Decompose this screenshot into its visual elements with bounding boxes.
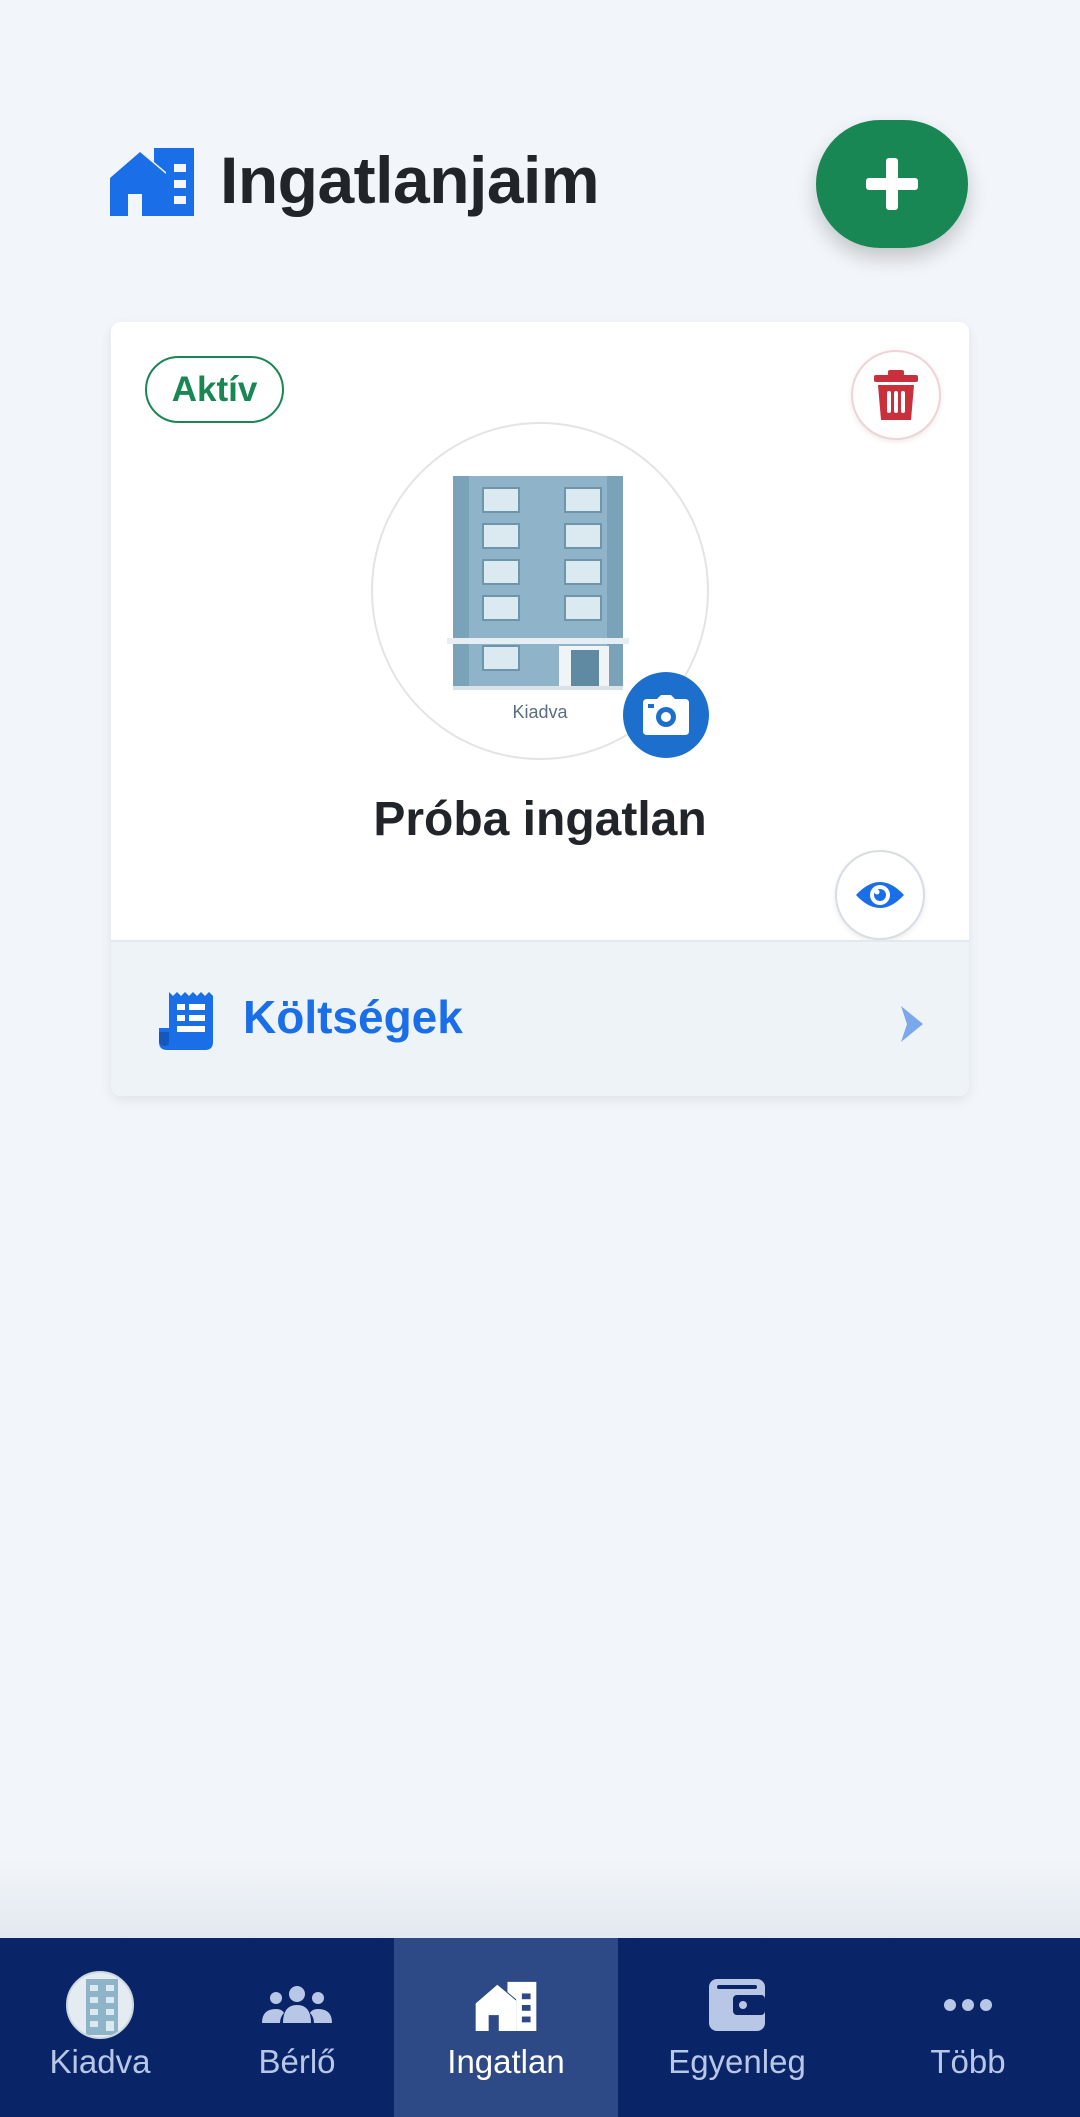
camera-icon [643,695,689,735]
nav-label: Kiadva [49,2042,151,2080]
nav-item-ingatlan[interactable]: Ingatlan [394,1938,618,2117]
nav-label: Ingatlan [447,2042,565,2080]
nav-item-kiadva[interactable]: Kiadva [0,1938,200,2117]
nav-item-berlo[interactable]: Bérlő [200,1938,394,2117]
users-icon [262,1985,332,2023]
nav-label: Egyenleg [668,2042,806,2080]
trash-icon [874,370,918,420]
delete-button[interactable] [851,350,941,440]
house-building-icon [475,1981,537,2031]
add-property-button[interactable] [816,120,968,248]
page-header: Ingatlanjaim [110,120,600,240]
property-name: Próba ingatlan [373,793,707,846]
status-badge: Aktív [145,356,284,423]
property-card: Aktív Kiadva Próba ingatlan Költségek [111,322,969,1096]
change-photo-button[interactable] [623,672,709,758]
receipt-icon [159,992,213,1050]
chevron-right-icon [901,1006,923,1042]
eye-icon [856,882,904,908]
nav-item-tobb[interactable]: Több [856,1938,1080,2117]
nav-item-egyenleg[interactable]: Egyenleg [618,1938,856,2117]
wallet-icon [709,1978,765,2031]
bottom-nav: Kiadva Bérlő Ingatlan Egyenleg Több [0,1858,1080,2117]
page: Ingatlanjaim Aktív Kiadva Próba ingatlan… [0,0,1080,2117]
house-building-icon [110,148,194,216]
costs-link[interactable]: Költségek [111,940,969,1096]
more-icon [944,1998,992,2011]
plus-icon [866,158,918,210]
nav-label: Több [930,2042,1006,2080]
view-property-button[interactable] [835,850,925,940]
avatar [66,1970,134,2039]
costs-label: Költségek [243,991,463,1043]
nav-label: Bérlő [258,2042,336,2080]
page-title: Ingatlanjaim [220,143,600,217]
